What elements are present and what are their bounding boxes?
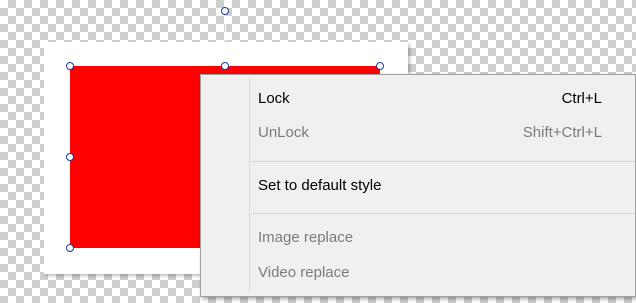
rotation-handle[interactable]: [221, 7, 229, 15]
menu-item-image-replace[interactable]: Image replace: [201, 222, 635, 254]
menu-item-unlock[interactable]: UnLock Shift+Ctrl+L: [201, 117, 635, 149]
menu-item-label: Set to default style: [258, 177, 382, 194]
menu-separator: [251, 213, 635, 214]
context-menu: Lock Ctrl+L UnLock Shift+Ctrl+L Set to d…: [200, 74, 636, 297]
menu-item-set-default-style[interactable]: Set to default style: [201, 170, 635, 202]
rotation-line: [225, 12, 226, 66]
resize-handle-bottom-left[interactable]: [66, 244, 74, 252]
menu-item-shortcut: Ctrl+L: [561, 90, 602, 107]
menu-separator: [251, 161, 635, 162]
resize-handle-top-center[interactable]: [221, 62, 229, 70]
menu-item-shortcut: Shift+Ctrl+L: [522, 124, 602, 141]
menu-item-label: Video replace: [258, 264, 350, 281]
menu-item-lock[interactable]: Lock Ctrl+L: [201, 83, 635, 115]
menu-item-label: UnLock: [258, 124, 309, 141]
menu-item-label: Image replace: [258, 229, 354, 246]
menu-item-video-replace[interactable]: Video replace: [201, 257, 635, 289]
menu-item-label: Lock: [258, 90, 290, 107]
resize-handle-middle-left[interactable]: [66, 153, 74, 161]
resize-handle-top-right[interactable]: [376, 62, 384, 70]
resize-handle-top-left[interactable]: [66, 62, 74, 70]
